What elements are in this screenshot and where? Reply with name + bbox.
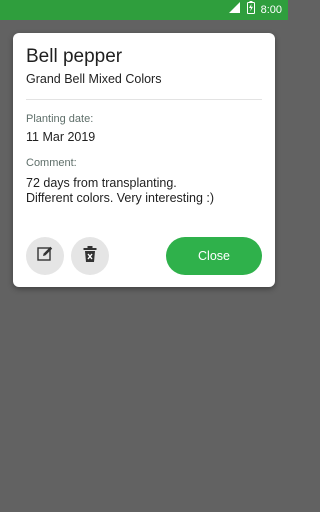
plant-variety: Grand Bell Mixed Colors — [26, 72, 162, 86]
edit-icon — [36, 245, 54, 268]
plant-title: Bell pepper — [26, 46, 123, 67]
comment-value: 72 days from transplanting. Different co… — [26, 176, 266, 206]
comment-line: 72 days from transplanting. — [26, 176, 177, 190]
status-time: 8:00 — [260, 4, 282, 16]
comment-label: Comment: — [26, 157, 77, 169]
divider — [26, 99, 262, 100]
planting-date-value: 11 Mar 2019 — [26, 130, 96, 144]
battery-icon — [246, 1, 255, 19]
status-bar: 8:00 — [0, 0, 288, 20]
status-icons: 8:00 — [228, 0, 282, 20]
delete-icon — [82, 245, 98, 268]
wifi-icon — [228, 1, 241, 19]
planting-date-label: Planting date: — [26, 113, 94, 125]
close-button[interactable]: Close — [166, 237, 262, 275]
comment-line: Different colors. Very interesting :) — [26, 191, 215, 205]
plant-details-dialog: Bell pepper Grand Bell Mixed Colors Plan… — [13, 33, 275, 287]
edit-button[interactable] — [26, 237, 64, 275]
delete-button[interactable] — [71, 237, 109, 275]
